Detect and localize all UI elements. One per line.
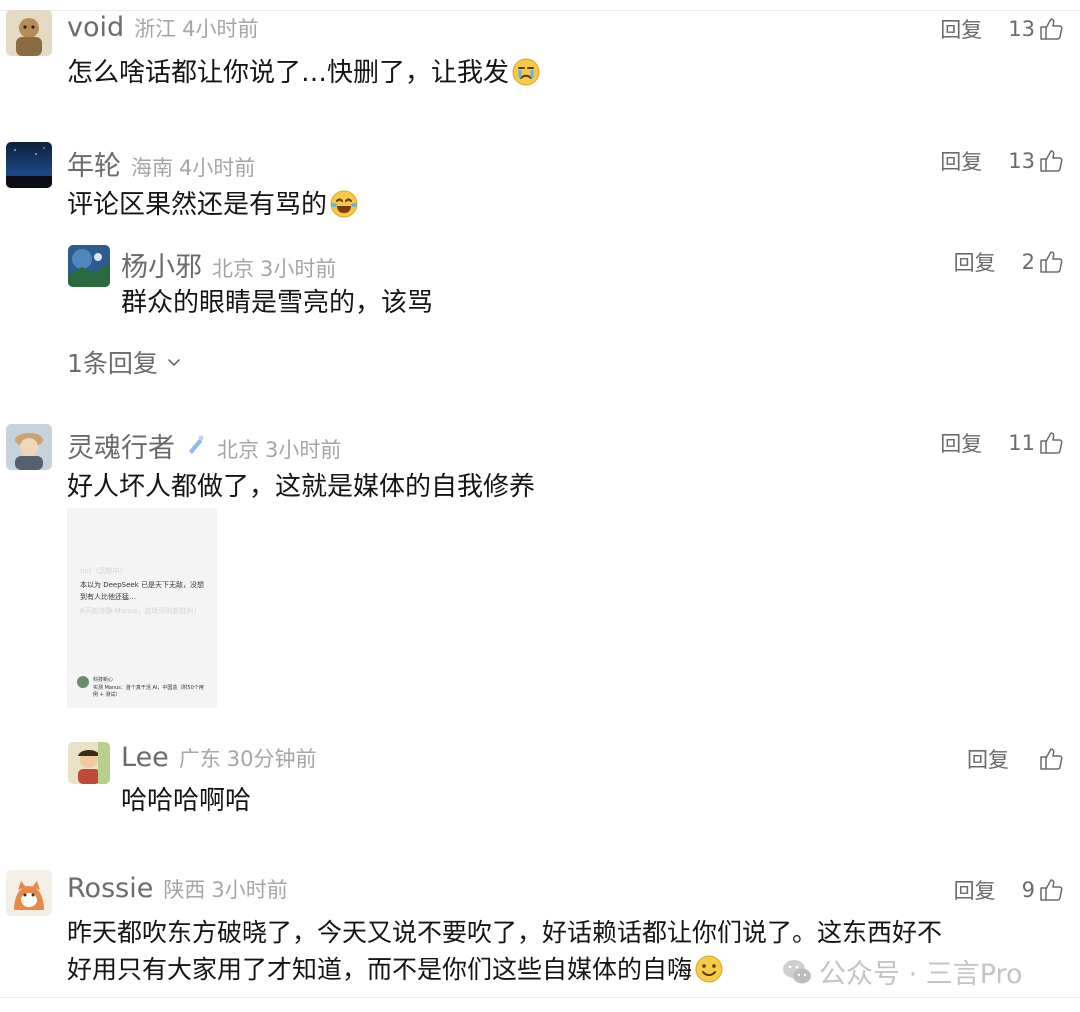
comment-meta: 灵魂行者 北京 3小时前 bbox=[67, 426, 341, 465]
avatar[interactable] bbox=[6, 10, 52, 56]
watermark: 公众号 · 三言Pro bbox=[781, 952, 1023, 991]
reply-button[interactable]: 回复 bbox=[940, 14, 982, 44]
thumbs-up-icon[interactable] bbox=[1038, 430, 1064, 456]
tears-of-joy-emoji bbox=[329, 189, 359, 219]
username[interactable]: Rossie bbox=[67, 873, 153, 904]
reply-button[interactable]: 回复 bbox=[940, 146, 982, 176]
username[interactable]: Lee bbox=[121, 742, 169, 773]
comment-text-content: 怎么啥话都让你说了…快删了，让我发 bbox=[67, 58, 510, 88]
reply-button[interactable]: 回复 bbox=[940, 428, 982, 458]
comment-text-content: 评论区果然还是有骂的 bbox=[67, 190, 328, 220]
comment-text-line: 昨天都吹东方破晓了，今天又说不要吹了，好话赖话都让你们说了。这东西好不 bbox=[67, 918, 943, 947]
attached-image[interactable]: nut（沉默中） 本以为 DeepSeek 已是天下无敌，没想 到有人比他还猛…… bbox=[67, 508, 217, 708]
like-count: 2 bbox=[1021, 250, 1035, 274]
reply-button[interactable]: 回复 bbox=[954, 875, 996, 905]
thumbs-up-icon[interactable] bbox=[1038, 249, 1064, 275]
comment-text: 评论区果然还是有骂的 bbox=[67, 188, 359, 222]
reply-actions: 回复 bbox=[967, 744, 1064, 774]
like-count: 11 bbox=[1008, 431, 1035, 455]
comment-text: 好人坏人都做了，这就是媒体的自我修养 bbox=[67, 472, 536, 502]
expand-replies-button[interactable]: 1条回复 bbox=[67, 344, 182, 380]
watermark-text: 公众号 · 三言Pro bbox=[819, 959, 1023, 990]
crying-face-emoji bbox=[511, 57, 541, 87]
image-text-line: 8天前冷静 Manus，这场评测新胜利！ bbox=[80, 607, 201, 615]
comment-actions: 回复 11 bbox=[940, 428, 1064, 458]
reply-meta: 杨小邪 北京 3小时前 bbox=[121, 245, 336, 284]
expand-replies-label[interactable]: 1条回复 bbox=[67, 344, 158, 380]
like-count: 13 bbox=[1008, 17, 1035, 41]
reply-actions: 回复 2 bbox=[954, 247, 1064, 277]
reply-text: 群众的眼睛是雪亮的，该骂 bbox=[121, 288, 434, 318]
avatar[interactable] bbox=[6, 142, 52, 188]
smiling-face-emoji bbox=[694, 954, 724, 984]
avatar[interactable] bbox=[68, 245, 110, 287]
reply-button[interactable]: 回复 bbox=[967, 744, 1009, 774]
image-text-line: 本以为 DeepSeek 已是天下无敌，没想 bbox=[80, 581, 205, 589]
region-label: 浙江 bbox=[134, 17, 177, 41]
comment-meta: void 浙江 4小时前 bbox=[67, 12, 259, 43]
image-text-line: 科技新心 bbox=[93, 677, 114, 683]
wechat-icon bbox=[783, 959, 811, 983]
timestamp: 3小时前 bbox=[260, 257, 337, 281]
region-label: 北京 bbox=[217, 438, 259, 462]
avatar[interactable] bbox=[6, 870, 52, 916]
reply-text: 哈哈哈啊哈 bbox=[121, 786, 252, 816]
source-avatar-icon bbox=[77, 676, 89, 688]
comment-actions: 回复 13 bbox=[940, 146, 1064, 176]
avatar[interactable] bbox=[6, 424, 52, 470]
comment-text-line: 好用只有大家用了才知道，而不是你们这些自媒体的自嗨 bbox=[67, 953, 724, 987]
region-label: 北京 bbox=[212, 257, 254, 281]
comment-actions: 回复 13 bbox=[940, 14, 1064, 44]
chevron-down-icon bbox=[168, 359, 180, 367]
droplet-badge-icon bbox=[183, 433, 207, 457]
top-divider bbox=[0, 10, 1080, 11]
region-label: 陕西 bbox=[163, 878, 206, 902]
thumbs-up-icon[interactable] bbox=[1038, 877, 1064, 903]
timestamp: 4小时前 bbox=[179, 156, 256, 180]
thumbs-up-icon[interactable] bbox=[1038, 16, 1064, 42]
comment-meta: Rossie 陕西 3小时前 bbox=[67, 873, 288, 904]
username[interactable]: 年轮 bbox=[67, 144, 121, 183]
timestamp: 4小时前 bbox=[182, 17, 259, 41]
reply-button[interactable]: 回复 bbox=[954, 247, 996, 277]
username[interactable]: 杨小邪 bbox=[121, 245, 202, 284]
image-text-line: 实测 Manus：首个真干活 AI，中国造（附50个用 bbox=[93, 685, 204, 691]
image-text-line: 例 + 测试） bbox=[93, 692, 121, 698]
bottom-divider bbox=[0, 997, 1080, 998]
image-text-line: nut（沉默中） bbox=[80, 567, 127, 575]
image-text-line: 到有人比他还猛… bbox=[80, 593, 136, 601]
timestamp: 30分钟前 bbox=[226, 747, 317, 771]
reply-meta: Lee 广东 30分钟前 bbox=[121, 742, 317, 773]
thumbs-up-icon[interactable] bbox=[1038, 746, 1064, 772]
comment-text-content: 好用只有大家用了才知道，而不是你们这些自媒体的自嗨 bbox=[67, 955, 693, 984]
thumbs-up-icon[interactable] bbox=[1038, 148, 1064, 174]
timestamp: 3小时前 bbox=[265, 438, 342, 462]
username[interactable]: void bbox=[67, 12, 124, 43]
like-count: 9 bbox=[1021, 878, 1035, 902]
comment-actions: 回复 9 bbox=[954, 875, 1064, 905]
username[interactable]: 灵魂行者 bbox=[67, 426, 175, 465]
comment-text: 怎么啥话都让你说了…快删了，让我发 bbox=[67, 56, 541, 90]
avatar[interactable] bbox=[68, 742, 110, 784]
like-count: 13 bbox=[1008, 149, 1035, 173]
region-label: 广东 bbox=[178, 747, 221, 771]
timestamp: 3小时前 bbox=[211, 878, 288, 902]
region-label: 海南 bbox=[131, 156, 173, 180]
comment-meta: 年轮 海南 4小时前 bbox=[67, 144, 255, 183]
